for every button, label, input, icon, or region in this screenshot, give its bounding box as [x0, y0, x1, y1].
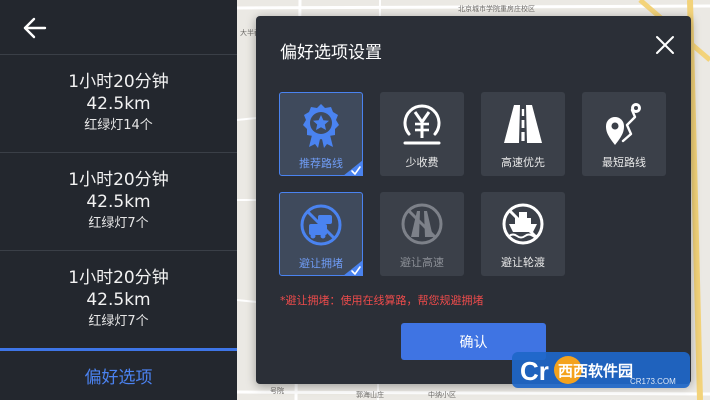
preference-tab[interactable]: 偏好选项 [0, 348, 237, 400]
route-traffic-lights: 红绿灯14个 [84, 118, 153, 133]
route-item[interactable]: 1小时20分钟 42.5km 红绿灯14个 [0, 54, 237, 152]
option-avoid-ferry[interactable]: 避让轮渡 [481, 192, 565, 276]
avoid-ferry-icon [502, 203, 544, 245]
option-label: 避让轮渡 [501, 256, 545, 269]
option-recommended-route[interactable]: 推荐路线 [279, 92, 363, 176]
route-item[interactable]: 1小时20分钟 42.5km 红绿灯7个 [0, 250, 237, 348]
option-label: 最短路线 [602, 156, 646, 169]
option-less-toll[interactable]: 少收费 [380, 92, 464, 176]
watermark-text: 西西软件园 [558, 362, 633, 380]
route-distance: 42.5km [86, 94, 151, 114]
route-time: 1小时20分钟 [68, 268, 169, 288]
map-label: 中纳小区 [428, 391, 456, 399]
route-pin-icon [606, 103, 641, 145]
svg-text:Cr: Cr [520, 356, 549, 386]
preference-dialog: 偏好选项设置 推荐路线 少收费 高速优先 最短路线 避让拥堵 避让高速 避让轮渡… [256, 16, 691, 384]
route-distance: 42.5km [86, 290, 151, 310]
option-label: 推荐路线 [299, 157, 343, 170]
checkmark-icon [343, 260, 363, 276]
route-distance: 42.5km [86, 192, 151, 212]
option-avoid-congestion[interactable]: 避让拥堵 [279, 192, 363, 276]
yen-coin-icon [403, 104, 441, 145]
option-label: 高速优先 [501, 156, 545, 169]
option-label: 少收费 [405, 156, 439, 169]
map-label: 北京城市学院重房庄校区 [458, 5, 535, 13]
watermark-graphic: Cr 西西软件园 CR173.COM [512, 352, 690, 388]
close-button[interactable] [652, 32, 678, 58]
route-time: 1小时20分钟 [68, 170, 169, 190]
dialog-title: 偏好选项设置 [280, 43, 382, 63]
checkmark-icon [343, 160, 363, 176]
back-button[interactable] [18, 14, 52, 42]
avoid-highway-icon [401, 203, 443, 245]
watermark-subtext: CR173.COM [630, 377, 676, 386]
route-panel: 1小时20分钟 42.5km 红绿灯14个 1小时20分钟 42.5km 红绿灯… [0, 0, 237, 400]
route-traffic-lights: 红绿灯7个 [88, 314, 149, 329]
map-label: 号院 [270, 387, 284, 395]
close-icon [656, 36, 674, 54]
option-label: 避让高速 [400, 256, 444, 269]
avoid-traffic-icon [300, 204, 342, 246]
watermark-logo: Cr 西西软件园 CR173.COM [512, 350, 690, 390]
congestion-hint: *避让拥堵：使用在线算路，帮您规避拥堵 [280, 294, 484, 307]
highway-icon [504, 105, 542, 143]
medal-star-icon [303, 104, 339, 148]
route-item[interactable]: 1小时20分钟 42.5km 红绿灯7个 [0, 152, 237, 250]
arrow-left-icon [23, 17, 47, 39]
option-shortest-route[interactable]: 最短路线 [582, 92, 666, 176]
route-traffic-lights: 红绿灯7个 [88, 216, 149, 231]
option-highway-first[interactable]: 高速优先 [481, 92, 565, 176]
route-time: 1小时20分钟 [68, 72, 169, 92]
option-label: 避让拥堵 [299, 257, 343, 270]
route-list: 1小时20分钟 42.5km 红绿灯14个 1小时20分钟 42.5km 红绿灯… [0, 54, 237, 348]
map-label: 郭海山庄 [356, 391, 384, 399]
option-avoid-highway[interactable]: 避让高速 [380, 192, 464, 276]
